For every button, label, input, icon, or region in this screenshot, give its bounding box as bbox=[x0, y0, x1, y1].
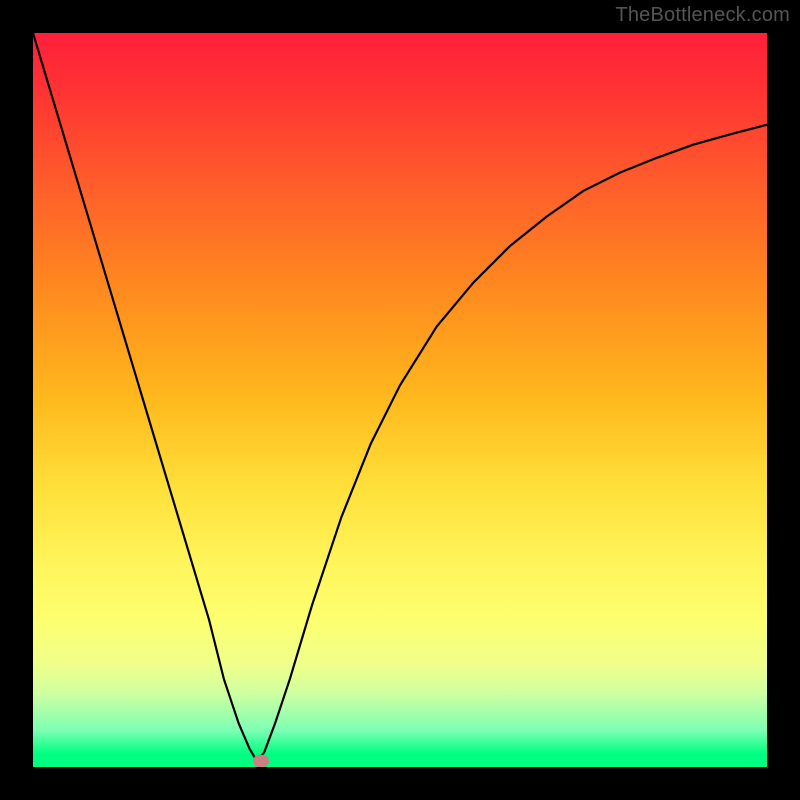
plot-area bbox=[33, 33, 767, 767]
watermark-text: TheBottleneck.com bbox=[615, 4, 790, 27]
chart-frame: TheBottleneck.com bbox=[0, 0, 800, 800]
bottleneck-curve bbox=[33, 33, 767, 767]
optimum-marker bbox=[253, 755, 269, 767]
